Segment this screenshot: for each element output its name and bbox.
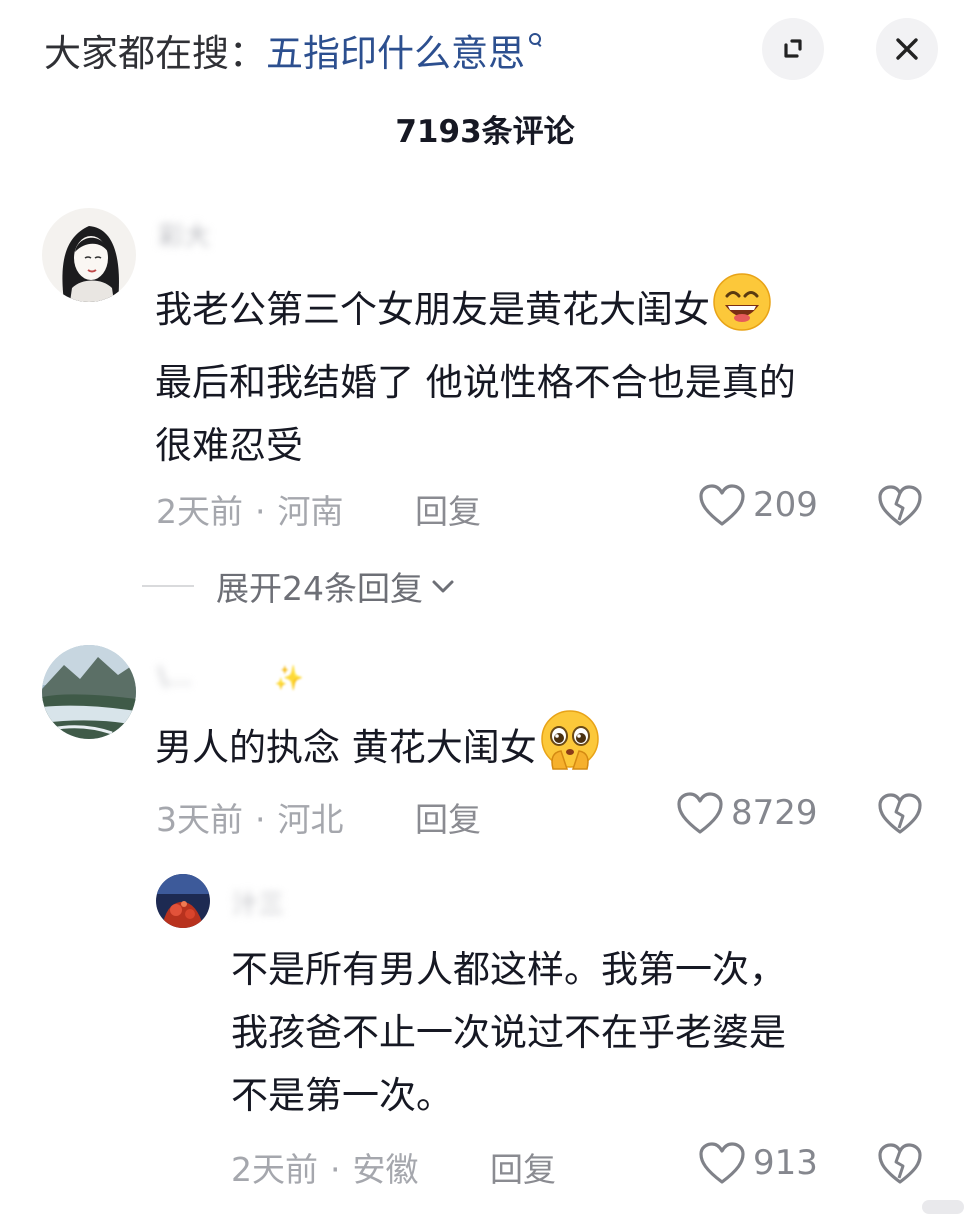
broken-heart-icon (878, 1143, 922, 1184)
heart-outline-icon (677, 792, 723, 834)
trending-search[interactable]: 大家都在搜： 五指印什么意思 (44, 22, 542, 78)
divider (142, 585, 194, 587)
comment-line: 不是第一次。 (231, 1074, 453, 1117)
broken-heart-icon (878, 793, 922, 834)
comment-meta: 3天前 · 河北 (156, 800, 344, 839)
avatar-image (42, 208, 136, 302)
close-icon (896, 38, 918, 60)
reply-avatar[interactable] (156, 874, 210, 928)
heart-outline-icon (699, 484, 745, 526)
avatar[interactable] (42, 208, 136, 302)
comment-line: 很难忍受 (155, 424, 303, 467)
close-button[interactable] (876, 18, 938, 80)
scrollbar[interactable] (922, 1200, 964, 1214)
like-button[interactable]: 8729 (675, 790, 818, 836)
expand-replies-label: 展开24条回复 (216, 569, 423, 608)
chevron-down-icon (432, 580, 454, 593)
sparkle-icon: ✨ (274, 664, 304, 692)
trending-search-query[interactable]: 五指印什么意思 (266, 23, 525, 77)
comment-meta: 2天前 · 河南 (156, 492, 344, 531)
search-icon (529, 32, 542, 47)
like-button[interactable]: 209 (697, 482, 818, 528)
comment-line: 男人的执念 黄花大闺女 (155, 726, 537, 769)
comment-line: 我老公第三个女朋友是黄花大闺女 (155, 288, 710, 331)
dislike-button[interactable] (876, 1142, 924, 1190)
like-count: 209 (753, 485, 818, 525)
reply-button[interactable]: 回复 (415, 793, 481, 841)
reply-username[interactable]: 汁三 (232, 884, 284, 921)
avatar-image (156, 874, 210, 928)
avatar[interactable] (42, 645, 136, 739)
comment-username[interactable]: 彩大 (158, 216, 210, 253)
comment-line: 最后和我结婚了 他说性格不合也是真的 (155, 361, 796, 404)
like-count: 8729 (731, 793, 818, 833)
comment-text: 男人的执念 黄花大闺女 (155, 709, 601, 790)
comment-time: 3天前 (156, 800, 243, 839)
comment-time: 2天前 (156, 492, 243, 531)
dislike-button[interactable] (876, 484, 924, 532)
comment-text: 我老公第三个女朋友是黄花大闺女 最后和我结婚了 他说性格不合也是真的 很难忍受 (155, 272, 796, 477)
expand-replies-button[interactable]: 展开24条回复 (142, 562, 457, 610)
pleading-face-emoji-icon (539, 709, 601, 790)
like-button[interactable]: 913 (697, 1140, 818, 1186)
broken-heart-icon (878, 485, 922, 526)
trending-search-prefix: 大家都在搜： (44, 32, 266, 75)
comment-panel: 大家都在搜： 五指印什么意思 7193条评论 彩大 我老公第三个女朋友是黄花大闺… (0, 0, 970, 1231)
expand-panel-button[interactable] (762, 18, 824, 80)
avatar-image (42, 645, 136, 739)
comment-location: 河北 (277, 800, 344, 839)
reply-button[interactable]: 回复 (490, 1143, 556, 1191)
comment-username[interactable]: \... (158, 662, 192, 692)
comment-location: 河南 (277, 492, 344, 531)
expand-icon (784, 39, 802, 58)
reply-button[interactable]: 回复 (415, 485, 481, 533)
heart-outline-icon (699, 1142, 745, 1184)
reply-text: 不是所有男人都这样。我第一次， 我孩爸不止一次说过不在乎老婆是 不是第一次。 (231, 938, 786, 1127)
comment-line: 我孩爸不止一次说过不在乎老婆是 (231, 1011, 786, 1054)
like-count: 913 (753, 1143, 818, 1183)
comment-time: 2天前 (231, 1150, 318, 1189)
reply-meta: 2天前 · 安徽 (231, 1150, 419, 1189)
comment-location: 安徽 (352, 1150, 419, 1189)
dislike-button[interactable] (876, 792, 924, 840)
comment-count: 7193条评论 (395, 114, 575, 150)
grin-emoji-icon (712, 272, 772, 351)
comment-line: 不是所有男人都这样。我第一次， (231, 948, 786, 991)
